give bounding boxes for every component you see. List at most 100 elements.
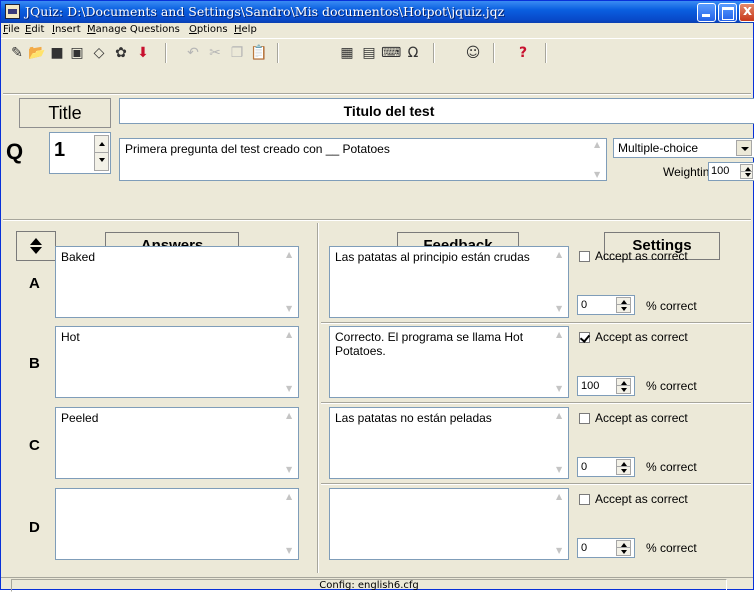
cut-icon[interactable]: ✂ [205, 42, 225, 64]
menu-manage-questions[interactable]: Manage Questions [87, 24, 180, 35]
save-icon[interactable]: ■ [47, 42, 67, 64]
percent-spin-arrows[interactable] [616, 378, 631, 394]
percent-spin-arrows[interactable] [616, 459, 631, 475]
spin-down-icon[interactable] [95, 153, 108, 170]
weighting-stepper[interactable]: 100 [708, 162, 754, 181]
spin-up-icon[interactable] [617, 298, 630, 305]
title-input[interactable]: Titulo del test [119, 98, 754, 124]
row-divider [321, 402, 751, 404]
accept-correct-checkbox-d[interactable] [579, 494, 590, 505]
answer-input-b[interactable]: Hot [55, 326, 299, 398]
question-scrollbar[interactable] [592, 139, 606, 180]
feedback-text: Las patatas no están peladas [335, 411, 492, 425]
menu-file[interactable]: File [3, 24, 20, 35]
percent-correct-label: % correct [646, 460, 697, 474]
export-print-icon[interactable]: ▤ [359, 42, 379, 64]
menu-insert[interactable]: Insert [52, 24, 81, 35]
reorder-answers-button[interactable] [16, 231, 56, 261]
menu-help[interactable]: Help [234, 24, 257, 35]
answer-input-c[interactable]: Peeled [55, 407, 299, 479]
app-icon[interactable] [5, 4, 20, 19]
answer-scrollbar[interactable] [284, 489, 298, 559]
spin-up-icon[interactable] [617, 541, 630, 548]
toolbar-separator [277, 43, 279, 63]
feedback-scrollbar[interactable] [554, 408, 568, 478]
feedback-input-b[interactable]: Correcto. El programa se llama Hot Potat… [329, 326, 569, 398]
menu-edit[interactable]: Edit [25, 24, 44, 35]
copy-icon[interactable]: ❐ [227, 42, 247, 64]
divider [3, 93, 751, 95]
spin-up-icon[interactable] [617, 460, 630, 467]
question-spin-arrows[interactable] [94, 135, 109, 171]
clear-icon[interactable]: ◇ [89, 42, 109, 64]
percent-value: 0 [581, 542, 588, 554]
question-number-stepper[interactable]: 1 [49, 132, 111, 174]
percent-spin-arrows[interactable] [616, 297, 631, 313]
open-folder-icon[interactable]: 📂 [27, 42, 47, 64]
spin-up-icon[interactable] [617, 379, 630, 386]
save-as-icon[interactable]: ▣ [67, 42, 87, 64]
paste-icon[interactable]: 📋 [249, 42, 269, 64]
tutorial-icon[interactable]: ☺ [463, 42, 483, 64]
percent-spin-arrows[interactable] [616, 540, 631, 556]
maximize-button[interactable] [718, 3, 737, 22]
percent-correct-label: % correct [646, 541, 697, 555]
percent-correct-stepper-a[interactable]: 0 [577, 295, 635, 315]
chars-icon[interactable]: Ω [403, 42, 423, 64]
spin-down-icon[interactable] [617, 548, 630, 555]
answer-input-d[interactable] [55, 488, 299, 560]
minimize-button[interactable] [697, 3, 716, 22]
feedback-input-c[interactable]: Las patatas no están peladas [329, 407, 569, 479]
keyboard-icon[interactable]: ⌨ [381, 42, 401, 64]
answer-letter-b: B [29, 355, 40, 372]
spin-down-icon[interactable] [617, 467, 630, 474]
accept-correct-label: Accept as correct [595, 249, 688, 263]
spin-down-icon[interactable] [741, 172, 752, 179]
jquiz-window: JQuiz: D:\Documents and Settings\Sandro\… [0, 0, 754, 592]
title-bar[interactable]: JQuiz: D:\Documents and Settings\Sandro\… [1, 1, 754, 23]
export-web-icon[interactable]: ▦ [337, 42, 357, 64]
weighting-value: 100 [711, 165, 730, 177]
percent-correct-stepper-c[interactable]: 0 [577, 457, 635, 477]
question-type-select[interactable]: Multiple-choice [613, 138, 754, 158]
close-button[interactable] [739, 3, 754, 22]
row-divider [321, 322, 751, 324]
arrow-down-icon[interactable]: ⬇ [133, 42, 153, 64]
menu-options[interactable]: Options [189, 24, 228, 35]
feedback-scrollbar[interactable] [554, 489, 568, 559]
question-label: Q [6, 139, 24, 164]
answer-scrollbar[interactable] [284, 327, 298, 397]
help-icon[interactable]: ? [513, 42, 533, 64]
percent-correct-stepper-d[interactable]: 0 [577, 538, 635, 558]
title-label[interactable]: Title [19, 98, 111, 128]
toolbar-separator [433, 43, 435, 63]
toolbar-separator [545, 43, 547, 63]
feedback-scrollbar[interactable] [554, 247, 568, 317]
column-divider [317, 223, 319, 573]
chevron-down-icon[interactable] [736, 140, 752, 156]
accept-correct-label: Accept as correct [595, 330, 688, 344]
accept-correct-checkbox-b[interactable] [579, 332, 590, 343]
accept-correct-checkbox-a[interactable] [579, 251, 590, 262]
feedback-scrollbar[interactable] [554, 327, 568, 397]
spin-up-icon[interactable] [95, 136, 108, 153]
answer-scrollbar[interactable] [284, 408, 298, 478]
accept-correct-checkbox-c[interactable] [579, 413, 590, 424]
undo-icon[interactable]: ↶ [183, 42, 203, 64]
percent-value: 0 [581, 299, 588, 311]
toolbar-separator [165, 43, 167, 63]
answer-scrollbar[interactable] [284, 247, 298, 317]
weighting-spin-arrows[interactable] [740, 164, 753, 179]
compile-web-icon[interactable]: ✿ [111, 42, 131, 64]
question-number: 1 [54, 139, 66, 161]
spin-down-icon[interactable] [617, 305, 630, 312]
feedback-input-a[interactable]: Las patatas al principio están crudas [329, 246, 569, 318]
new-file-icon[interactable]: ✎ [7, 42, 27, 64]
answer-input-a[interactable]: Baked [55, 246, 299, 318]
feedback-text: Correcto. El programa se llama Hot Potat… [335, 330, 524, 358]
status-bar: Config: english6.cfg [1, 577, 753, 592]
question-text-input[interactable]: Primera pregunta del test creado con __ … [119, 138, 607, 181]
spin-down-icon[interactable] [617, 386, 630, 393]
percent-correct-stepper-b[interactable]: 100 [577, 376, 635, 396]
feedback-input-d[interactable] [329, 488, 569, 560]
